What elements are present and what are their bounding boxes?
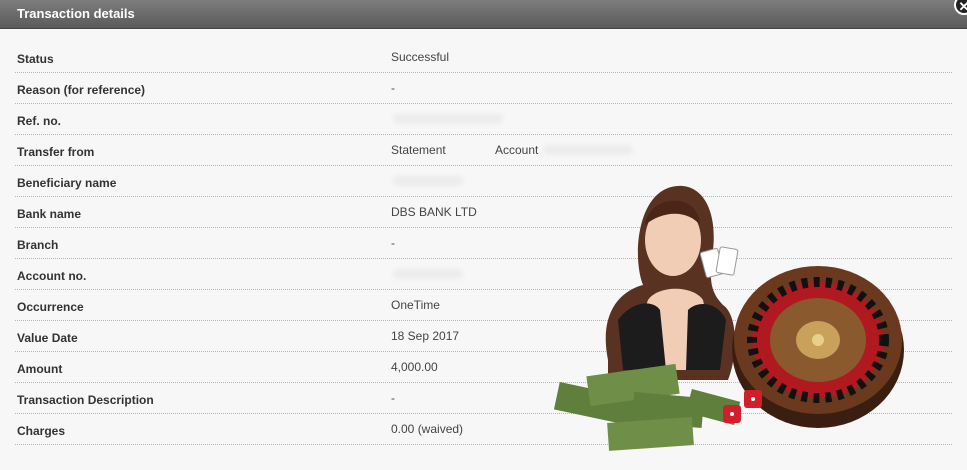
beneficiary-name-redacted — [393, 176, 463, 186]
reason-value: - — [391, 81, 395, 95]
occurrence-label: Occurrence — [17, 300, 84, 314]
branch-value: - — [391, 236, 395, 250]
row-status: Status Successful — [15, 42, 952, 73]
branch-label: Branch — [17, 238, 59, 252]
transaction-details-dialog: Transaction details ✕ Status Successful … — [0, 0, 967, 470]
amount-value: 4,000.00 — [391, 360, 438, 374]
bank-name-label: Bank name — [17, 207, 82, 221]
account-no-redacted — [393, 269, 463, 279]
value-date-value: 18 Sep 2017 — [391, 329, 460, 343]
status-label: Status — [17, 52, 54, 66]
reason-label: Reason (for reference) — [17, 83, 146, 97]
close-icon: ✕ — [958, 0, 967, 14]
dialog-titlebar: Transaction details — [0, 0, 967, 29]
row-ref-no: Ref. no. — [15, 104, 952, 135]
transfer-from-label: Transfer from — [17, 145, 95, 159]
dice — [723, 390, 762, 423]
beneficiary-name-label: Beneficiary name — [17, 176, 117, 190]
woman-figure — [605, 185, 739, 380]
occurrence-value: OneTime — [391, 298, 440, 312]
transaction-description-label: Transaction Description — [17, 393, 154, 407]
row-reason: Reason (for reference) - — [15, 73, 952, 104]
charges-label: Charges — [17, 424, 66, 438]
ref-no-redacted — [393, 114, 503, 124]
amount-label: Amount — [17, 362, 63, 376]
bank-name-value: DBS BANK LTD — [391, 205, 477, 219]
transfer-from-redacted — [543, 145, 633, 155]
account-no-label: Account no. — [17, 269, 87, 283]
casino-roulette-ad-icon — [553, 185, 904, 451]
charges-value: 0.00 (waived) — [391, 422, 464, 436]
status-value: Successful — [391, 50, 450, 64]
dialog-title: Transaction details — [17, 6, 135, 21]
transfer-from-account: Account — [495, 143, 539, 157]
transfer-from-value: Statement — [391, 143, 446, 157]
row-transfer-from: Transfer from Statement Account — [15, 135, 952, 166]
ref-no-label: Ref. no. — [17, 114, 61, 128]
value-date-label: Value Date — [17, 331, 78, 345]
transaction-description-value: - — [391, 391, 395, 405]
